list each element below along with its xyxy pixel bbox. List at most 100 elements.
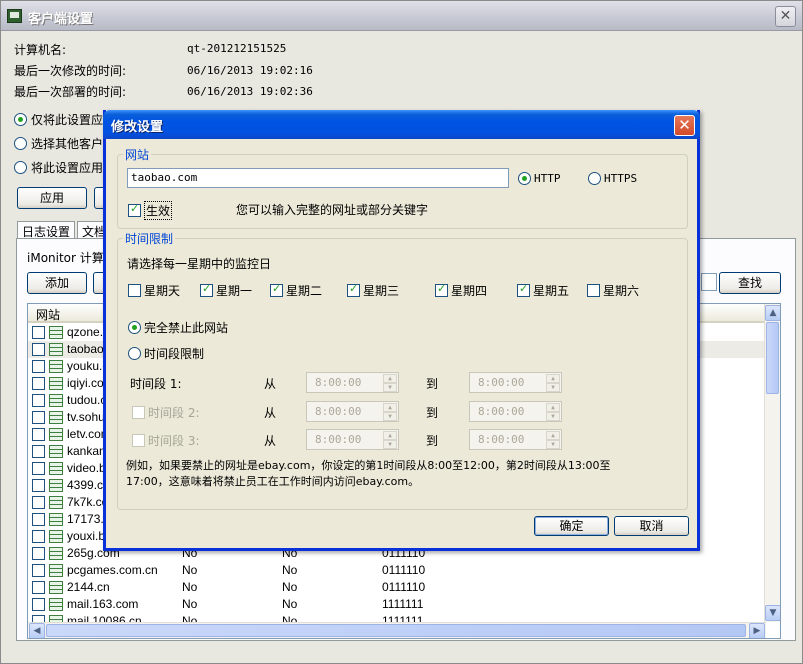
row-checkbox[interactable] <box>32 377 45 390</box>
day-label: 星期一 <box>216 284 253 298</box>
spin-up-icon[interactable]: ▲ <box>546 403 560 412</box>
spin-down-icon[interactable]: ▼ <box>546 383 560 392</box>
row-checkbox[interactable] <box>32 547 45 560</box>
vertical-scroll-thumb[interactable] <box>766 322 779 394</box>
choose-clients-radio[interactable]: 选择其他客户 <box>14 135 103 152</box>
spin-up-icon[interactable]: ▲ <box>383 403 397 412</box>
day-friday-checkbox[interactable]: 星期五 <box>517 282 569 299</box>
cancel-button[interactable]: 取消 <box>614 516 689 536</box>
row-checkbox[interactable] <box>32 462 45 475</box>
period-1-label: 时间段 1: <box>130 377 182 391</box>
website-icon <box>49 377 63 390</box>
period-2-end-spinner[interactable]: 8:00:00 ▲ ▼ <box>469 401 562 422</box>
search-button[interactable]: 查找 <box>719 272 781 294</box>
day-tuesday-checkbox[interactable]: 星期二 <box>270 282 322 299</box>
row-checkbox[interactable] <box>32 479 45 492</box>
radio-indicator[interactable] <box>14 113 27 126</box>
checkbox-indicator[interactable] <box>132 406 145 419</box>
table-row[interactable]: mail.163.com No No 1111111 <box>28 596 766 613</box>
period-1-end-value: 8:00:00 <box>478 376 525 389</box>
period-3-end-value: 8:00:00 <box>478 433 525 446</box>
period-3-start-value: 8:00:00 <box>315 433 362 446</box>
period-2-checkbox[interactable]: 时间段 2: <box>132 404 200 421</box>
period-3-end-spinner[interactable]: 8:00:00 ▲ ▼ <box>469 429 562 450</box>
radio-indicator[interactable] <box>128 347 141 360</box>
scroll-right-icon[interactable]: ▶ <box>749 623 765 638</box>
add-button[interactable]: 添加 <box>27 272 87 294</box>
checkbox-indicator[interactable] <box>270 282 283 297</box>
https-radio[interactable]: HTTPS <box>588 172 637 185</box>
http-radio[interactable]: HTTP <box>518 172 561 185</box>
spin-down-icon[interactable]: ▼ <box>383 440 397 449</box>
main-close-button[interactable]: ✕ <box>775 6 796 27</box>
row-checkbox[interactable] <box>32 360 45 373</box>
checkbox-indicator[interactable] <box>132 434 145 447</box>
apply-all-radio[interactable]: 将此设置应用 <box>14 159 103 176</box>
spin-up-icon[interactable]: ▲ <box>383 374 397 383</box>
radio-indicator[interactable] <box>588 172 601 185</box>
column-website[interactable]: 网站 <box>36 306 60 323</box>
dialog-close-button[interactable]: ✕ <box>674 115 695 136</box>
scroll-left-icon[interactable]: ◀ <box>29 623 45 638</box>
main-titlebar[interactable]: 客户端设置 ✕ <box>1 1 802 31</box>
horizontal-scrollbar[interactable]: ◀ ▶ <box>28 622 766 638</box>
apply-only-radio[interactable]: 仅将此设置应 <box>14 111 103 128</box>
radio-indicator[interactable] <box>14 137 27 150</box>
spin-down-icon[interactable]: ▼ <box>383 412 397 421</box>
day-wednesday-checkbox[interactable]: 星期三 <box>347 282 399 299</box>
period-3-start-spinner[interactable]: 8:00:00 ▲ ▼ <box>306 429 399 450</box>
time-limit-radio[interactable]: 时间段限制 <box>128 345 204 362</box>
row-checkbox[interactable] <box>32 326 45 339</box>
radio-indicator[interactable] <box>128 321 141 334</box>
row-checkbox[interactable] <box>32 564 45 577</box>
checkbox-indicator[interactable] <box>128 284 141 297</box>
period-3-checkbox[interactable]: 时间段 3: <box>132 432 200 449</box>
apply-button[interactable]: 应用 <box>17 187 87 209</box>
vertical-scrollbar[interactable]: ▲ ▼ <box>764 304 780 622</box>
checkbox-indicator[interactable] <box>435 282 448 297</box>
scroll-down-icon[interactable]: ▼ <box>765 605 780 621</box>
radio-indicator[interactable] <box>518 172 531 185</box>
checkbox-indicator[interactable] <box>517 282 530 297</box>
row-checkbox[interactable] <box>32 445 45 458</box>
row-checkbox[interactable] <box>32 394 45 407</box>
row-checkbox[interactable] <box>32 513 45 526</box>
url-input[interactable]: taobao.com <box>127 168 509 188</box>
checkbox-indicator[interactable] <box>347 282 360 297</box>
checkbox-indicator[interactable] <box>200 282 213 297</box>
tab-log-settings[interactable]: 日志设置 <box>17 221 76 239</box>
spin-up-icon[interactable]: ▲ <box>383 431 397 440</box>
scroll-up-icon[interactable]: ▲ <box>765 305 780 321</box>
day-saturday-checkbox[interactable]: 星期六 <box>587 282 639 299</box>
spin-down-icon[interactable]: ▼ <box>546 412 560 421</box>
radio-indicator[interactable] <box>14 161 27 174</box>
row-checkbox[interactable] <box>32 530 45 543</box>
dialog-titlebar[interactable]: 修改设置 ✕ <box>103 110 700 139</box>
day-monday-checkbox[interactable]: 星期一 <box>200 282 252 299</box>
horizontal-scroll-thumb[interactable] <box>46 624 746 637</box>
day-sunday-checkbox[interactable]: 星期天 <box>128 282 180 299</box>
ok-button[interactable]: 确定 <box>534 516 609 536</box>
row-checkbox[interactable] <box>32 411 45 424</box>
spin-up-icon[interactable]: ▲ <box>546 374 560 383</box>
block-all-radio[interactable]: 完全禁止此网站 <box>128 319 228 336</box>
enable-checkbox[interactable]: 生效 <box>128 201 173 220</box>
period-2-start-spinner[interactable]: 8:00:00 ▲ ▼ <box>306 401 399 422</box>
period-1-start-spinner[interactable]: 8:00:00 ▲ ▼ <box>306 372 399 393</box>
checkbox-indicator[interactable] <box>587 284 600 297</box>
row-checkbox[interactable] <box>32 428 45 441</box>
period-1-end-spinner[interactable]: 8:00:00 ▲ ▼ <box>469 372 562 393</box>
website-icon <box>49 411 63 424</box>
table-row[interactable]: 2144.cn No No 0111110 <box>28 579 766 596</box>
row-checkbox[interactable] <box>32 581 45 594</box>
spin-up-icon[interactable]: ▲ <box>546 431 560 440</box>
spin-down-icon[interactable]: ▼ <box>383 383 397 392</box>
spin-down-icon[interactable]: ▼ <box>546 440 560 449</box>
search-input[interactable] <box>701 273 717 291</box>
row-checkbox[interactable] <box>32 598 45 611</box>
table-row[interactable]: pcgames.com.cn No No 0111110 <box>28 562 766 579</box>
day-thursday-checkbox[interactable]: 星期四 <box>435 282 487 299</box>
checkbox-indicator[interactable] <box>128 202 141 217</box>
row-checkbox[interactable] <box>32 496 45 509</box>
row-checkbox[interactable] <box>32 343 45 356</box>
